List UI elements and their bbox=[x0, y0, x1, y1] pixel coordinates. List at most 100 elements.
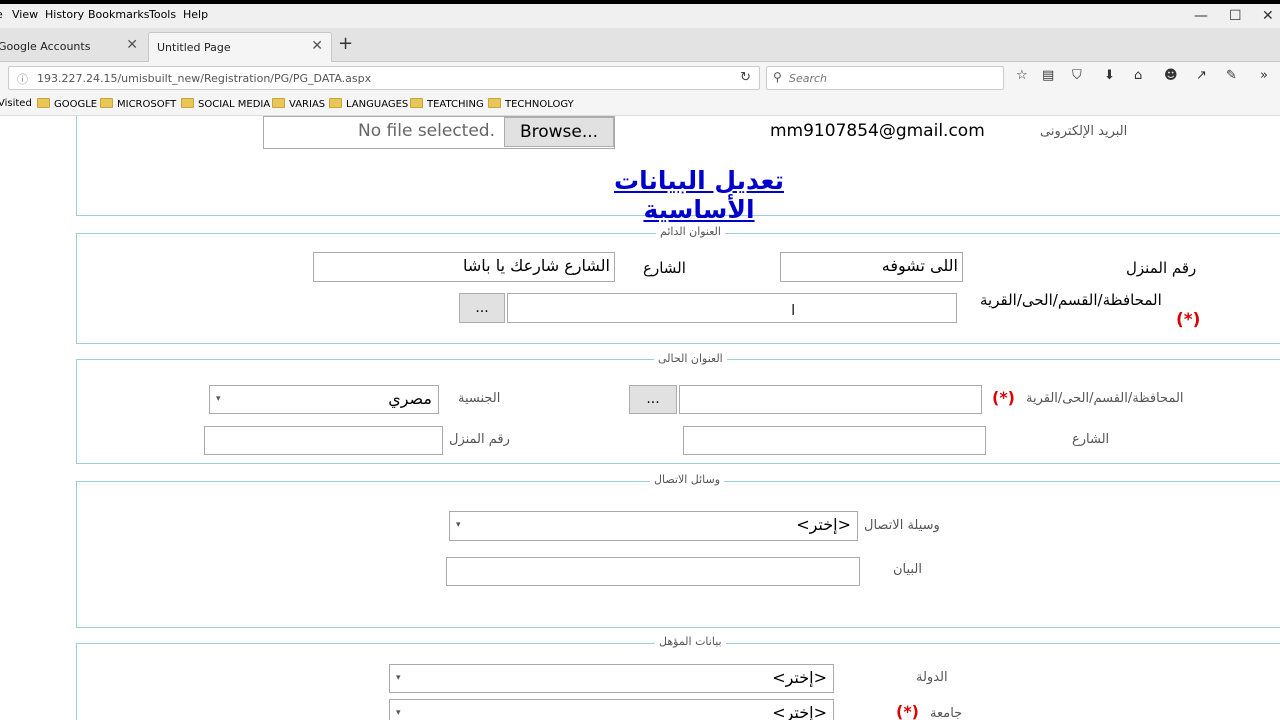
permanent-address-panel bbox=[76, 233, 1280, 344]
menu-item-view[interactable]: View bbox=[12, 8, 38, 21]
menu-item-tools[interactable]: Tools bbox=[149, 8, 176, 21]
new-tab-icon[interactable]: + bbox=[338, 33, 353, 54]
house-number-input[interactable]: اللى تشوفه bbox=[780, 252, 963, 282]
contact-data-input[interactable] bbox=[446, 557, 860, 586]
nationality-value: مصري bbox=[388, 389, 432, 408]
contact-method-label: وسيلة الاتصال bbox=[864, 518, 940, 533]
overflow-menu-icon[interactable]: » bbox=[1260, 68, 1268, 83]
bookmarks-bar: Visited GOOGLE MICROSOFT SOCIAL MEDIA VA… bbox=[0, 94, 1280, 116]
pen-icon[interactable]: ✎ bbox=[1226, 68, 1237, 83]
menu-item-bookmarks[interactable]: Bookmarks bbox=[88, 8, 149, 21]
menu-item-file-partial[interactable]: e bbox=[0, 8, 3, 21]
country-value: <إختر> bbox=[772, 668, 827, 687]
tab-label: Google Accounts bbox=[0, 40, 91, 53]
folder-icon bbox=[272, 98, 285, 108]
search-icon: ⚲ bbox=[773, 70, 782, 84]
bookmark-google[interactable]: GOOGLE bbox=[37, 98, 97, 110]
qualification-legend: بيانات المؤهل bbox=[655, 635, 726, 648]
star-icon[interactable]: ☆ bbox=[1016, 68, 1028, 83]
maximize-icon[interactable]: ☐ bbox=[1229, 8, 1242, 24]
close-tab-icon[interactable]: ✕ bbox=[311, 38, 323, 54]
search-placeholder: Search bbox=[789, 72, 828, 85]
bookmark-label: LANGUAGES bbox=[346, 99, 409, 110]
current-street-label: الشارع bbox=[1072, 432, 1110, 447]
pocket-icon[interactable]: ⛉ bbox=[1072, 68, 1082, 83]
folder-icon bbox=[100, 98, 113, 108]
home-icon[interactable]: ⌂ bbox=[1134, 68, 1142, 83]
university-value: <إختر> bbox=[772, 703, 827, 720]
permanent-address-legend: العنوان الدائم bbox=[656, 225, 725, 238]
download-icon[interactable]: ⬇ bbox=[1104, 68, 1115, 83]
tab-bar: Google Accounts ✕ Untitled Page ✕ bbox=[0, 28, 1280, 62]
contact-method-value: <إختر> bbox=[796, 515, 851, 534]
contact-panel bbox=[76, 481, 1280, 628]
contact-data-label: البيان bbox=[893, 562, 922, 577]
street-label: الشارع bbox=[643, 259, 686, 277]
current-house-number-label: رقم المنزل bbox=[449, 432, 510, 447]
close-window-icon[interactable]: ✕ bbox=[1262, 8, 1274, 24]
bookmark-varias[interactable]: VARIAS bbox=[272, 98, 325, 110]
reading-list-icon[interactable]: ▤ bbox=[1042, 68, 1054, 83]
chevron-down-icon: ▾ bbox=[216, 394, 221, 404]
governorate-label: المحافظة/القسم/الحى/القرية bbox=[980, 291, 1162, 309]
info-icon[interactable]: ⓘ bbox=[17, 71, 28, 87]
current-address-legend: العنوان الحالى bbox=[654, 352, 727, 365]
house-number-label: رقم المنزل bbox=[1126, 259, 1197, 277]
current-governorate-input[interactable] bbox=[679, 385, 982, 414]
menu-bar: e View History Bookmarks Tools Help — ☐ … bbox=[0, 4, 1280, 28]
file-status-text: No file selected. bbox=[358, 121, 495, 141]
menu-item-history[interactable]: History bbox=[45, 8, 84, 21]
bookmark-label: VARIAS bbox=[289, 99, 326, 110]
bookmark-most-visited[interactable]: Visited bbox=[0, 98, 32, 109]
current-street-input[interactable] bbox=[683, 426, 986, 455]
tool-icon[interactable]: ↗ bbox=[1196, 68, 1207, 83]
bookmark-label: MICROSOFT bbox=[117, 99, 177, 110]
tab-untitled-page[interactable]: Untitled Page ✕ bbox=[148, 32, 332, 62]
bookmark-social-media[interactable]: SOCIAL MEDIA bbox=[181, 98, 270, 110]
chevron-down-icon: ▾ bbox=[456, 520, 461, 530]
minimize-icon[interactable]: — bbox=[1194, 8, 1208, 24]
required-mark: (*) bbox=[992, 388, 1015, 407]
contact-legend: وسائل الاتصال bbox=[650, 473, 725, 486]
bookmark-teatching[interactable]: TEATCHING bbox=[410, 98, 484, 110]
required-mark: (*) bbox=[1176, 310, 1201, 330]
browse-button[interactable]: Browse... bbox=[504, 117, 614, 147]
email-value: mm9107854@gmail.com bbox=[770, 121, 985, 141]
bookmark-label: GOOGLE bbox=[54, 99, 98, 110]
page-content: No file selected. Browse... mm9107854@gm… bbox=[0, 116, 1280, 720]
url-bar[interactable]: ⓘ 193.227.24.15/umisbuilt_new/Registrati… bbox=[8, 66, 760, 90]
folder-icon bbox=[37, 98, 50, 108]
university-select[interactable]: ▾ <إختر> bbox=[389, 699, 834, 720]
current-governorate-picker-button[interactable]: ... bbox=[629, 385, 677, 414]
governorate-picker-button[interactable]: ... bbox=[459, 293, 505, 323]
current-house-number-input[interactable] bbox=[204, 426, 443, 455]
bookmark-languages[interactable]: LANGUAGES bbox=[329, 98, 408, 110]
street-input[interactable]: الشارع شارعك يا باشا bbox=[313, 252, 615, 282]
bookmark-label: SOCIAL MEDIA bbox=[198, 99, 271, 110]
required-mark: (*) bbox=[896, 702, 919, 720]
chat-icon[interactable]: ☻ bbox=[1164, 68, 1178, 83]
email-label: البريد الإلكترونى bbox=[1040, 124, 1128, 139]
bookmark-microsoft[interactable]: MICROSOFT bbox=[100, 98, 176, 110]
navigation-bar: ⓘ 193.227.24.15/umisbuilt_new/Registrati… bbox=[0, 62, 1280, 94]
contact-method-select[interactable]: ▾ <إختر> bbox=[449, 511, 858, 541]
menu-item-help[interactable]: Help bbox=[183, 8, 208, 21]
nationality-select[interactable]: ▾ مصري bbox=[209, 385, 439, 414]
folder-icon bbox=[181, 98, 194, 108]
search-input[interactable]: ⚲ Search bbox=[766, 66, 1004, 90]
bookmark-technology[interactable]: TECHNOLOGY bbox=[488, 98, 574, 110]
tab-google-accounts[interactable]: Google Accounts ✕ bbox=[0, 32, 146, 62]
country-select[interactable]: ▾ <إختر> bbox=[389, 664, 834, 693]
text-cursor-icon: I bbox=[791, 301, 796, 319]
folder-icon bbox=[329, 98, 342, 108]
edit-basic-data-link[interactable]: تعديل البيانات الأساسية bbox=[562, 166, 836, 224]
governorate-input[interactable] bbox=[507, 293, 957, 323]
folder-icon bbox=[410, 98, 423, 108]
close-tab-icon[interactable]: ✕ bbox=[126, 37, 138, 53]
file-upload-control: No file selected. Browse... bbox=[263, 116, 615, 149]
chevron-down-icon: ▾ bbox=[396, 673, 401, 683]
reload-icon[interactable]: ↻ bbox=[740, 70, 751, 85]
country-label: الدولة bbox=[916, 670, 948, 685]
university-label: جامعة bbox=[930, 706, 963, 720]
url-text: 193.227.24.15/umisbuilt_new/Registration… bbox=[37, 72, 372, 85]
